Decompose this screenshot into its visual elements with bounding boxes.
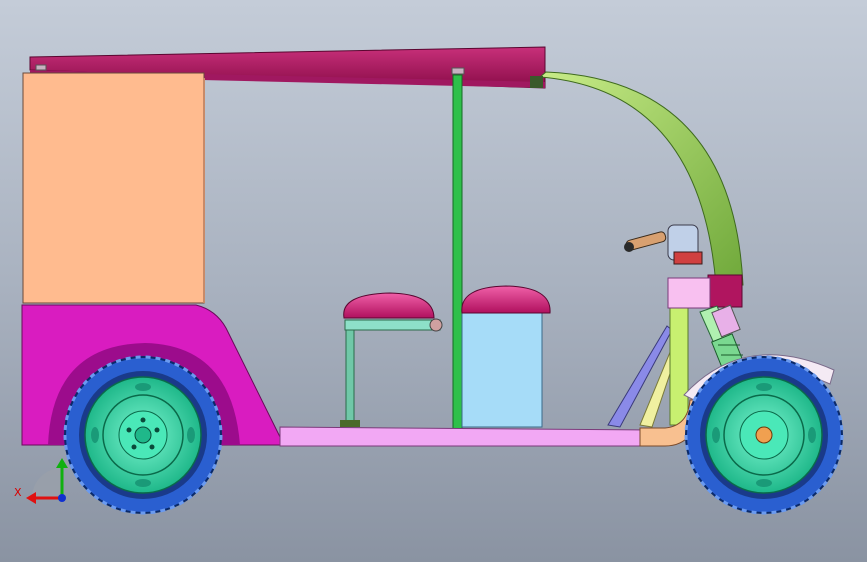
rear-panel[interactable]: [22, 72, 205, 304]
front-seat-base[interactable]: [461, 311, 543, 428]
seat-rail: [344, 319, 441, 331]
floor[interactable]: [279, 426, 651, 447]
rickshaw-model[interactable]: X: [0, 0, 867, 562]
front-seat-cushion[interactable]: [461, 285, 551, 314]
steering-column-top[interactable]: [707, 274, 743, 308]
seat-foot: [340, 420, 360, 427]
canopy-arm[interactable]: [538, 71, 744, 286]
pillar[interactable]: [452, 74, 463, 431]
coordinate-triad: X: [14, 458, 68, 504]
cad-viewport[interactable]: X: [0, 0, 867, 562]
rear-seat-cushion[interactable]: [343, 292, 435, 319]
rear-seat-frame[interactable]: [345, 327, 355, 424]
seat-hinge: [429, 318, 443, 332]
handlebar[interactable]: [624, 224, 703, 265]
x-axis-label: X: [14, 486, 22, 499]
z-axis-dot: [58, 494, 66, 502]
front-wheel[interactable]: [684, 355, 844, 515]
arm-mount: [530, 76, 543, 88]
rear-wheel[interactable]: [63, 355, 223, 515]
